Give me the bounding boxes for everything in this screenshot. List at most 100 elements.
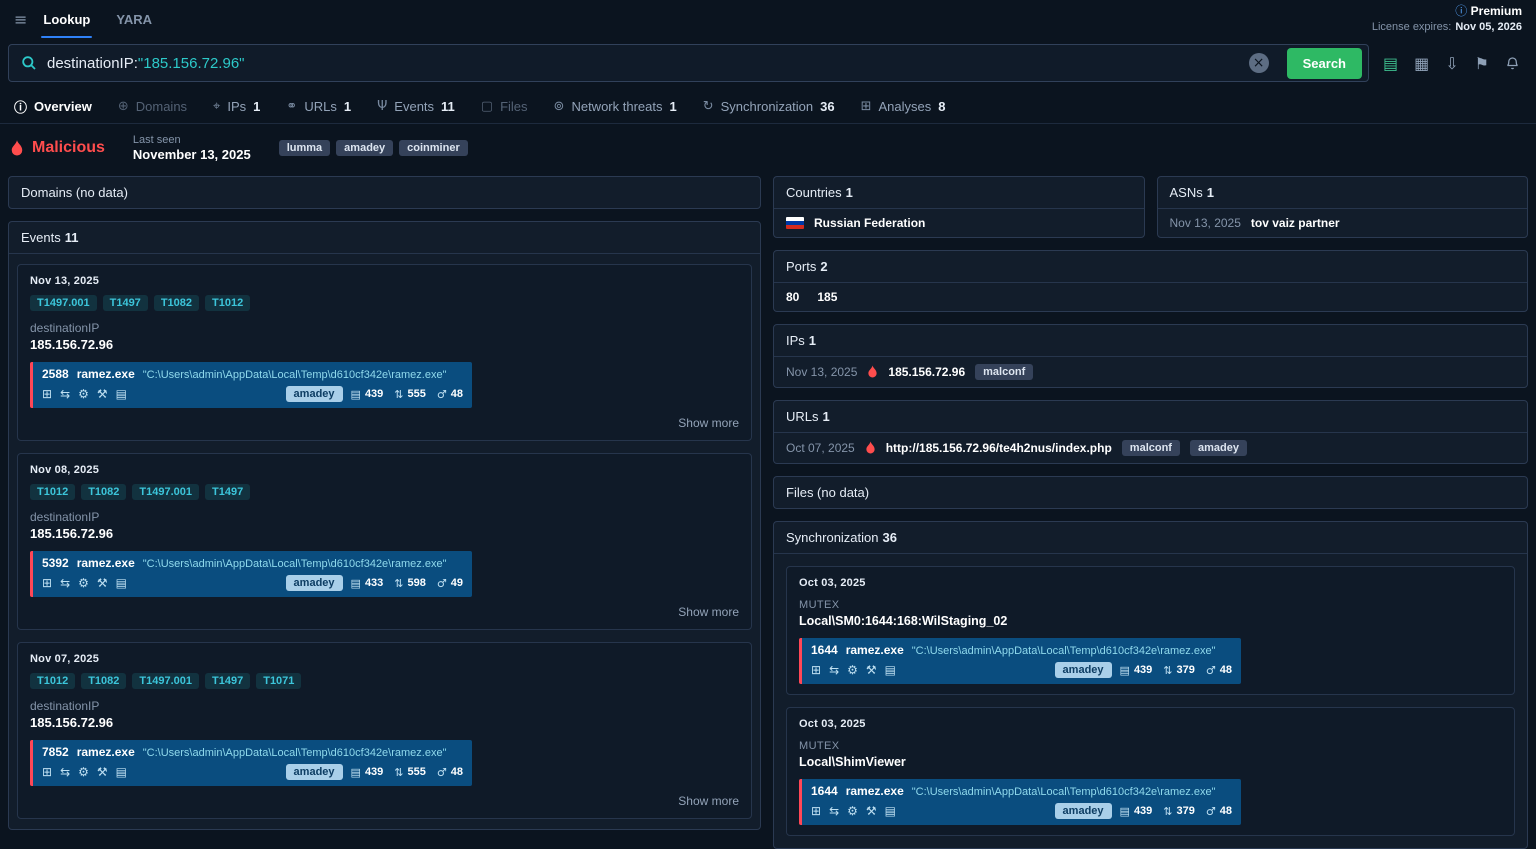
tools-icon[interactable]: ⚒ <box>866 804 877 818</box>
technique-chip[interactable]: T1497.001 <box>132 673 199 689</box>
process-row[interactable]: 1644ramez.exe"C:\Users\admin\AppData\Loc… <box>799 779 1241 825</box>
verdict-tag-chip[interactable]: coinminer <box>399 140 468 156</box>
technique-chip[interactable]: T1071 <box>256 673 301 689</box>
notifications-bell-icon[interactable] <box>1505 55 1520 71</box>
premium-info-icon[interactable]: ⓘ <box>1455 4 1467 18</box>
calendar-icon[interactable]: ▦ <box>1414 54 1429 73</box>
technique-chip[interactable]: T1082 <box>154 295 199 311</box>
restart-icon[interactable]: ⇆ <box>60 765 70 779</box>
asn-row[interactable]: Nov 13, 2025 tov vaiz partner <box>1158 208 1528 237</box>
restart-icon[interactable]: ⇆ <box>829 804 839 818</box>
sync-count: 36 <box>883 530 897 545</box>
technique-chip[interactable]: T1012 <box>30 673 75 689</box>
show-more-link[interactable]: Show more <box>30 416 739 430</box>
technique-chip[interactable]: T1497 <box>205 673 250 689</box>
technique-chip[interactable]: T1497.001 <box>30 295 97 311</box>
technique-chip[interactable]: T1497 <box>205 484 250 500</box>
tab-analyses[interactable]: ⊞Analyses8 <box>861 99 946 114</box>
process-tag-chip[interactable]: amadey <box>286 764 343 780</box>
verdict-tag-chip[interactable]: amadey <box>336 140 393 156</box>
verdict-text: Malicious <box>32 139 105 157</box>
window-icon[interactable]: ⊞ <box>42 576 52 590</box>
technique-chip[interactable]: T1082 <box>81 673 126 689</box>
technique-chip[interactable]: T1012 <box>205 295 250 311</box>
show-more-link[interactable]: Show more <box>30 794 739 808</box>
bookmark-icon[interactable]: ⚑ <box>1475 54 1489 73</box>
technique-chip[interactable]: T1012 <box>30 484 75 500</box>
tab-label: Files <box>500 99 527 114</box>
tab-domains[interactable]: ⊕Domains <box>118 99 187 114</box>
bug-icon[interactable]: ⚙ <box>78 387 89 401</box>
restart-icon[interactable]: ⇆ <box>60 576 70 590</box>
tools-icon[interactable]: ⚒ <box>97 387 108 401</box>
technique-chip[interactable]: T1082 <box>81 484 126 500</box>
main-content: Domains (no data) Events11 Nov 13, 2025T… <box>0 174 1536 849</box>
ip-row[interactable]: Nov 13, 2025 185.156.72.96 malconf <box>774 356 1527 387</box>
tools-icon[interactable]: ⚒ <box>866 663 877 677</box>
restart-icon[interactable]: ⇆ <box>829 663 839 677</box>
search-query: destinationIP:"185.156.72.96" <box>47 55 244 72</box>
clear-search-button[interactable]: × <box>1249 53 1269 73</box>
show-more-link[interactable]: Show more <box>30 605 739 619</box>
menu-icon[interactable]: ≡ <box>14 10 27 29</box>
sync-date: Oct 03, 2025 <box>799 718 1502 730</box>
url-value[interactable]: http://185.156.72.96/te4h2nus/index.php <box>886 441 1112 455</box>
tools-icon[interactable]: ⚒ <box>97 576 108 590</box>
port-value[interactable]: 80 <box>786 290 799 304</box>
tab-count: 11 <box>441 99 455 114</box>
window-icon[interactable]: ⊞ <box>42 387 52 401</box>
tab-ips[interactable]: ⌖IPs1 <box>213 99 260 114</box>
process-actions: ⊞ ⇆ ⚙ ⚒ ▤ <box>811 804 896 818</box>
details-icon[interactable]: ▤ <box>885 663 896 677</box>
tab-events[interactable]: ΨEvents11 <box>377 99 455 114</box>
tab-count: 36 <box>820 99 834 114</box>
process-tag-chip[interactable]: amadey <box>1055 803 1112 819</box>
event-date: Nov 07, 2025 <box>30 653 739 665</box>
details-icon[interactable]: ▤ <box>116 576 127 590</box>
process-actions: ⊞ ⇆ ⚙ ⚒ ▤ <box>42 387 127 401</box>
url-tag-chip[interactable]: malconf <box>1122 440 1180 456</box>
tools-icon[interactable]: ⚒ <box>97 765 108 779</box>
download-icon[interactable]: ⇩ <box>1445 54 1458 73</box>
window-icon[interactable]: ⊞ <box>42 765 52 779</box>
details-icon[interactable]: ▤ <box>116 765 127 779</box>
process-row[interactable]: 2588ramez.exe"C:\Users\admin\AppData\Loc… <box>30 362 472 408</box>
event-field-label: destinationIP <box>30 321 739 335</box>
bug-icon[interactable]: ⚙ <box>847 804 858 818</box>
bug-icon[interactable]: ⚙ <box>78 765 89 779</box>
technique-chip[interactable]: T1497 <box>103 295 148 311</box>
search-button[interactable]: Search <box>1287 48 1362 79</box>
technique-chip[interactable]: T1497.001 <box>132 484 199 500</box>
url-tag-chip[interactable]: amadey <box>1190 440 1247 456</box>
bug-icon[interactable]: ⚙ <box>78 576 89 590</box>
ip-tag-chip[interactable]: malconf <box>975 364 1033 380</box>
process-row[interactable]: 1644ramez.exe"C:\Users\admin\AppData\Loc… <box>799 638 1241 684</box>
process-tag-chip[interactable]: amadey <box>286 386 343 402</box>
verdict-tag-chip[interactable]: lumma <box>279 140 330 156</box>
url-row[interactable]: Oct 07, 2025 http://185.156.72.96/te4h2n… <box>774 432 1527 463</box>
details-icon[interactable]: ▤ <box>116 387 127 401</box>
nav-yara[interactable]: YARA <box>114 0 154 38</box>
tab-synchronization[interactable]: ↻Synchronization36 <box>703 99 835 114</box>
files-icon: ▤ <box>351 766 361 779</box>
details-icon[interactable]: ▤ <box>885 804 896 818</box>
process-tag-chip[interactable]: amadey <box>1055 662 1112 678</box>
window-icon[interactable]: ⊞ <box>811 804 821 818</box>
restart-icon[interactable]: ⇆ <box>60 387 70 401</box>
nav-lookup[interactable]: Lookup <box>41 0 92 38</box>
ip-value[interactable]: 185.156.72.96 <box>888 365 965 379</box>
tab-overview[interactable]: ⓘOverview <box>14 97 92 116</box>
window-icon[interactable]: ⊞ <box>811 663 821 677</box>
search-input[interactable]: destinationIP:"185.156.72.96" × Search <box>8 44 1369 82</box>
process-tag-chip[interactable]: amadey <box>286 575 343 591</box>
tab-network-threats[interactable]: ⊚Network threats1 <box>554 99 677 114</box>
tab-urls[interactable]: ⚭URLs1 <box>286 99 351 114</box>
process-row[interactable]: 5392ramez.exe"C:\Users\admin\AppData\Loc… <box>30 551 472 597</box>
country-row[interactable]: Russian Federation <box>774 208 1144 237</box>
port-value[interactable]: 185 <box>817 290 837 304</box>
search-history-icon[interactable]: ▤ <box>1383 54 1398 73</box>
process-row[interactable]: 7852ramez.exe"C:\Users\admin\AppData\Loc… <box>30 740 472 786</box>
tab-files[interactable]: ▢Files <box>481 99 528 114</box>
bug-icon[interactable]: ⚙ <box>847 663 858 677</box>
search-toolbar: ▤ ▦ ⇩ ⚑ <box>1383 54 1526 73</box>
